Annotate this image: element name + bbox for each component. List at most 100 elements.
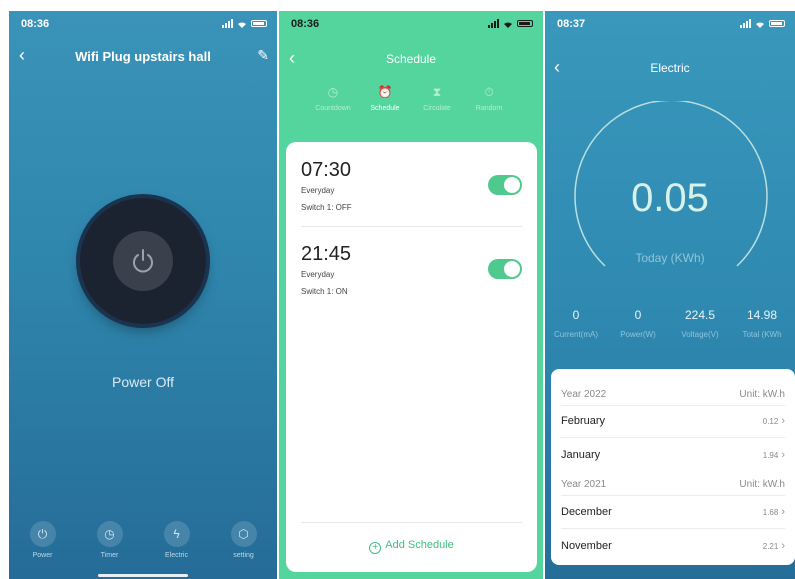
month-value-text: 1.94 [762,451,779,460]
wifi-icon [504,21,512,28]
month-row[interactable]: December 1.68 › [561,506,785,518]
schedule-action: Switch 1: ON [301,287,348,296]
nav-label: Timer [100,552,119,559]
nav-label: Power [32,552,53,559]
month-name: January [561,449,601,461]
wifi-icon [756,21,764,28]
divider [561,405,785,406]
battery-icon [251,20,267,27]
month-row[interactable]: January 1.94 › [561,449,785,461]
schedule-item[interactable]: 21:45 Everyday Switch 1: ON [301,243,522,296]
stat-voltage: 224.5 Voltage(V) [669,308,731,339]
page-title: Electric [650,61,690,75]
add-schedule-label: Add Schedule [385,539,454,551]
stat-value: 0 [634,308,642,322]
nav-timer[interactable]: ◷ Timer [80,521,140,559]
month-value: 1.68 › [763,506,785,518]
monthly-usage-panel: Year 2022 Unit: kW.h February 0.12 › Janu… [551,369,795,565]
nav-electric[interactable]: ϟ Electric [147,521,207,559]
stat-value: 14.98 [746,308,778,322]
schedule-screen: 08:36 ‹ Schedule ◷ Countdown ⏰ Schedule … [279,11,543,579]
schedule-action: Switch 1: OFF [301,203,352,212]
status-time: 08:36 [21,18,50,30]
status-bar: 08:36 [279,18,543,32]
status-icons [740,19,785,28]
power-button[interactable] [80,198,206,324]
schedule-toggle[interactable] [488,259,522,279]
stat-label: Total (KWh [742,330,782,339]
clock-icon: ◷ [327,85,339,99]
mode-tabs: ◷ Countdown ⏰ Schedule ⧗ Circulate ⏱ Ran… [309,85,513,112]
month-value: 1.94 › [763,449,785,461]
electric-screen: 08:37 ‹ Electric 0.05 Today (KWh) 0 Curr… [545,11,795,579]
status-icons [488,19,533,28]
tab-circulate[interactable]: ⧗ Circulate [413,85,461,112]
unit-label: Unit: kW.h [739,389,785,400]
tab-random[interactable]: ⏱ Random [465,85,513,112]
unit-label: Unit: kW.h [739,479,785,490]
nav-setting[interactable]: ⬡ setting [214,521,274,559]
status-time: 08:37 [557,18,586,30]
cube-icon: ⬡ [230,521,257,547]
signal-icon [488,19,499,28]
month-name: November [561,540,612,552]
today-label: Today (KWh) [635,251,705,265]
status-icons [222,19,267,28]
stats-row: 0 Current(mA) 0 Power(W) 224.5 Voltage(V… [545,308,795,339]
chevron-right-icon: › [781,506,785,518]
chevron-right-icon: › [781,540,785,552]
edit-icon[interactable]: ✎ [257,47,269,64]
divider [301,522,522,523]
stat-value: 0 [572,308,580,322]
bottom-nav: ⏻ Power ◷ Timer ϟ Electric ⬡ setting [9,521,277,559]
schedule-list-card: 07:30 Everyday Switch 1: OFF 21:45 Every… [286,142,537,572]
plug-control-screen: 08:36 ‹ Wifi Plug upstairs hall ✎ Power … [9,11,277,579]
stat-value: 224.5 [684,308,716,322]
nav-label: setting [233,552,254,559]
stat-label: Power(W) [620,330,656,339]
tab-label: Schedule [370,105,400,112]
page-title: Schedule [385,52,437,66]
hourglass-icon: ⧗ [432,85,442,99]
device-title: Wifi Plug upstairs hall [75,49,211,64]
wifi-icon [238,21,246,28]
divider [561,495,785,496]
power-icon [133,249,153,273]
month-name: February [561,415,606,427]
status-bar: 08:36 [9,18,277,32]
chevron-right-icon: › [781,449,785,461]
status-bar: 08:37 [545,18,795,32]
stat-label: Voltage(V) [681,330,719,339]
divider [561,437,785,438]
month-value-text: 0.12 [762,417,779,426]
plus-circle-icon: + [369,542,382,554]
status-time: 08:36 [291,18,320,30]
power-button-inner [113,231,173,291]
year-header: Year 2022 Unit: kW.h [561,389,785,400]
month-value: 2.21 › [763,540,785,552]
tab-label: Countdown [315,105,351,112]
chevron-right-icon: › [781,415,785,427]
year-label: Year 2021 [561,479,607,490]
month-name: December [561,506,612,518]
nav-label: Electric [165,552,188,559]
year-header: Year 2021 Unit: kW.h [561,479,785,490]
tab-countdown[interactable]: ◷ Countdown [309,85,357,112]
stat-current: 0 Current(mA) [545,308,607,339]
stat-total: 14.98 Total (KWh [731,308,793,339]
divider [301,226,522,227]
add-schedule-button[interactable]: + Add Schedule [286,539,537,554]
month-row[interactable]: February 0.12 › [561,415,785,427]
signal-icon [740,19,751,28]
month-value-text: 1.68 [762,508,779,517]
schedule-item[interactable]: 07:30 Everyday Switch 1: OFF [301,159,522,212]
alarm-icon: ⏰ [377,85,393,99]
stopwatch-icon: ⏱ [484,85,494,99]
nav-power[interactable]: ⏻ Power [13,521,73,559]
tab-schedule[interactable]: ⏰ Schedule [361,85,409,112]
power-state-label: Power Off [112,374,174,390]
schedule-toggle[interactable] [488,175,522,195]
month-value: 0.12 › [763,415,785,427]
timer-icon: ◷ [96,521,123,547]
month-row[interactable]: November 2.21 › [561,540,785,552]
